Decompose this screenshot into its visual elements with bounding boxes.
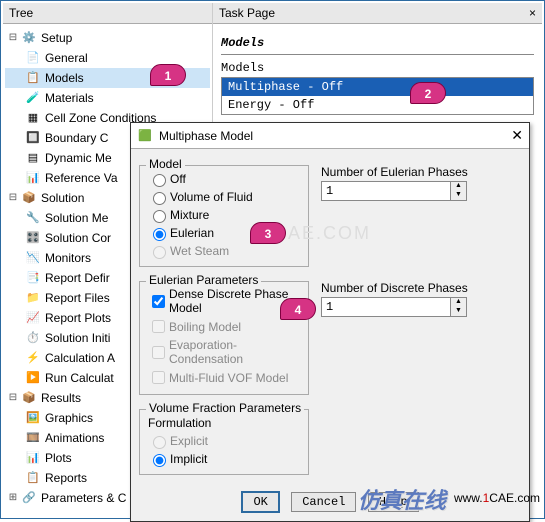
control-icon: 🎛️ bbox=[25, 230, 41, 246]
radio-vof[interactable]: Volume of Fluid bbox=[148, 188, 300, 206]
group-legend: Eulerian Parameters bbox=[146, 273, 261, 287]
label: Report Defir bbox=[45, 268, 110, 288]
gear-icon: ⚙️ bbox=[21, 30, 37, 46]
footer: 仿真在线 www.1CAE.com bbox=[3, 483, 545, 515]
check-boiling: Boiling Model bbox=[148, 316, 300, 337]
file-icon: 📁 bbox=[25, 290, 41, 306]
report-icon: 📑 bbox=[25, 270, 41, 286]
footer-url: www.1CAE.com bbox=[454, 491, 540, 507]
label: Report Files bbox=[45, 288, 110, 308]
check-evap: Evaporation-Condensation bbox=[148, 337, 300, 367]
spin-up-icon[interactable]: ▲ bbox=[451, 298, 466, 307]
materials-icon: 🧪 bbox=[25, 90, 41, 106]
num-euler-field[interactable] bbox=[321, 181, 451, 201]
ref-icon: 📊 bbox=[25, 170, 41, 186]
group-legend: Model bbox=[146, 157, 185, 171]
list-row-multiphase[interactable]: Multiphase - Off bbox=[222, 78, 533, 96]
group-legend: Volume Fraction Parameters bbox=[146, 401, 304, 415]
label: Solution Me bbox=[45, 208, 108, 228]
num-euler-label: Number of Eulerian Phases bbox=[321, 165, 521, 179]
app-icon: 🟩 bbox=[137, 128, 153, 144]
boundary-icon: 🔲 bbox=[25, 130, 41, 146]
radio-wetsteam: Wet Steam bbox=[148, 242, 300, 260]
results-icon: 📦 bbox=[21, 390, 37, 406]
marker-2: 2 bbox=[410, 82, 446, 104]
tree-materials[interactable]: 🧪Materials bbox=[5, 88, 210, 108]
solution-icon: 📦 bbox=[21, 190, 37, 206]
models-list: Multiphase - Off Energy - Off bbox=[221, 77, 534, 115]
run-icon: ▶️ bbox=[25, 370, 41, 386]
label: Calculation A bbox=[45, 348, 115, 368]
tree-setup[interactable]: ⊟⚙️Setup bbox=[5, 28, 210, 48]
label: Monitors bbox=[45, 248, 91, 268]
euler-param-group: Eulerian Parameters Dense Discrete Phase… bbox=[139, 281, 309, 395]
multiphase-dialog: 🟩 Multiphase Model ✕ Model Off Volume of… bbox=[130, 122, 530, 522]
label: General bbox=[45, 48, 88, 68]
footer-cn: 仿真在线 bbox=[358, 483, 446, 515]
spin-down-icon[interactable]: ▼ bbox=[451, 307, 466, 316]
label: Reference Va bbox=[45, 168, 118, 188]
radio-implicit[interactable]: Implicit bbox=[148, 450, 300, 468]
method-icon: 🔧 bbox=[25, 210, 41, 226]
marker-1: 1 bbox=[150, 64, 186, 86]
cell-icon: ▦ bbox=[25, 110, 41, 126]
task-title: Task Page bbox=[219, 6, 275, 20]
label: Results bbox=[41, 388, 81, 408]
models-icon: 📋 bbox=[25, 70, 41, 86]
radio-explicit: Explicit bbox=[148, 432, 300, 450]
expander-icon[interactable]: ⊟ bbox=[7, 28, 19, 48]
formulation-label: Formulation bbox=[148, 414, 300, 432]
anim-icon: 🎞️ bbox=[25, 430, 41, 446]
expander-icon[interactable]: ⊟ bbox=[7, 388, 19, 408]
num-disc-field[interactable] bbox=[321, 297, 451, 317]
check-dense[interactable]: Dense Discrete Phase Model bbox=[148, 286, 300, 316]
label: Solution Cor bbox=[45, 228, 111, 248]
mesh-icon: ▤ bbox=[25, 150, 41, 166]
expander-icon[interactable]: ⊟ bbox=[7, 188, 19, 208]
radio-off[interactable]: Off bbox=[148, 170, 300, 188]
task-header: Task Page × bbox=[213, 3, 542, 24]
dialog-title: Multiphase Model bbox=[159, 129, 253, 143]
label: Materials bbox=[45, 88, 94, 108]
dialog-titlebar: 🟩 Multiphase Model ✕ bbox=[131, 123, 529, 149]
spin-up-icon[interactable]: ▲ bbox=[451, 182, 466, 191]
list-row-energy[interactable]: Energy - Off bbox=[222, 96, 533, 114]
label: Report Plots bbox=[45, 308, 111, 328]
graphics-icon: 🖼️ bbox=[25, 410, 41, 426]
calc-icon: ⚡ bbox=[25, 350, 41, 366]
close-icon[interactable]: × bbox=[529, 6, 536, 20]
close-icon[interactable]: ✕ bbox=[511, 127, 523, 144]
label: Models bbox=[45, 68, 84, 88]
model-group: Model Off Volume of Fluid Mixture Euleri… bbox=[139, 165, 309, 267]
label: Dynamic Me bbox=[45, 148, 112, 168]
label: Run Calculat bbox=[45, 368, 114, 388]
label: Graphics bbox=[45, 408, 93, 428]
marker-4: 4 bbox=[280, 298, 316, 320]
num-euler-input[interactable]: ▲▼ bbox=[321, 181, 521, 201]
marker-3: 3 bbox=[250, 222, 286, 244]
vfrac-group: Volume Fraction Parameters Formulation E… bbox=[139, 409, 309, 475]
spin-down-icon[interactable]: ▼ bbox=[451, 191, 466, 200]
general-icon: 📄 bbox=[25, 50, 41, 66]
label: Solution Initi bbox=[45, 328, 110, 348]
label: Solution bbox=[41, 188, 84, 208]
list-label: Models bbox=[221, 55, 534, 77]
label: Setup bbox=[41, 28, 72, 48]
plot-icon: 📈 bbox=[25, 310, 41, 326]
tree-header: Tree bbox=[3, 3, 212, 24]
label: Plots bbox=[45, 448, 72, 468]
label: Boundary C bbox=[45, 128, 108, 148]
plots-icon: 📊 bbox=[25, 450, 41, 466]
num-disc-input[interactable]: ▲▼ bbox=[321, 297, 521, 317]
label: Animations bbox=[45, 428, 104, 448]
check-mfvof: Multi-Fluid VOF Model bbox=[148, 367, 300, 388]
num-disc-label: Number of Discrete Phases bbox=[321, 281, 521, 295]
monitor-icon: 📉 bbox=[25, 250, 41, 266]
section-title: Models bbox=[221, 32, 534, 55]
init-icon: ⏱️ bbox=[25, 330, 41, 346]
